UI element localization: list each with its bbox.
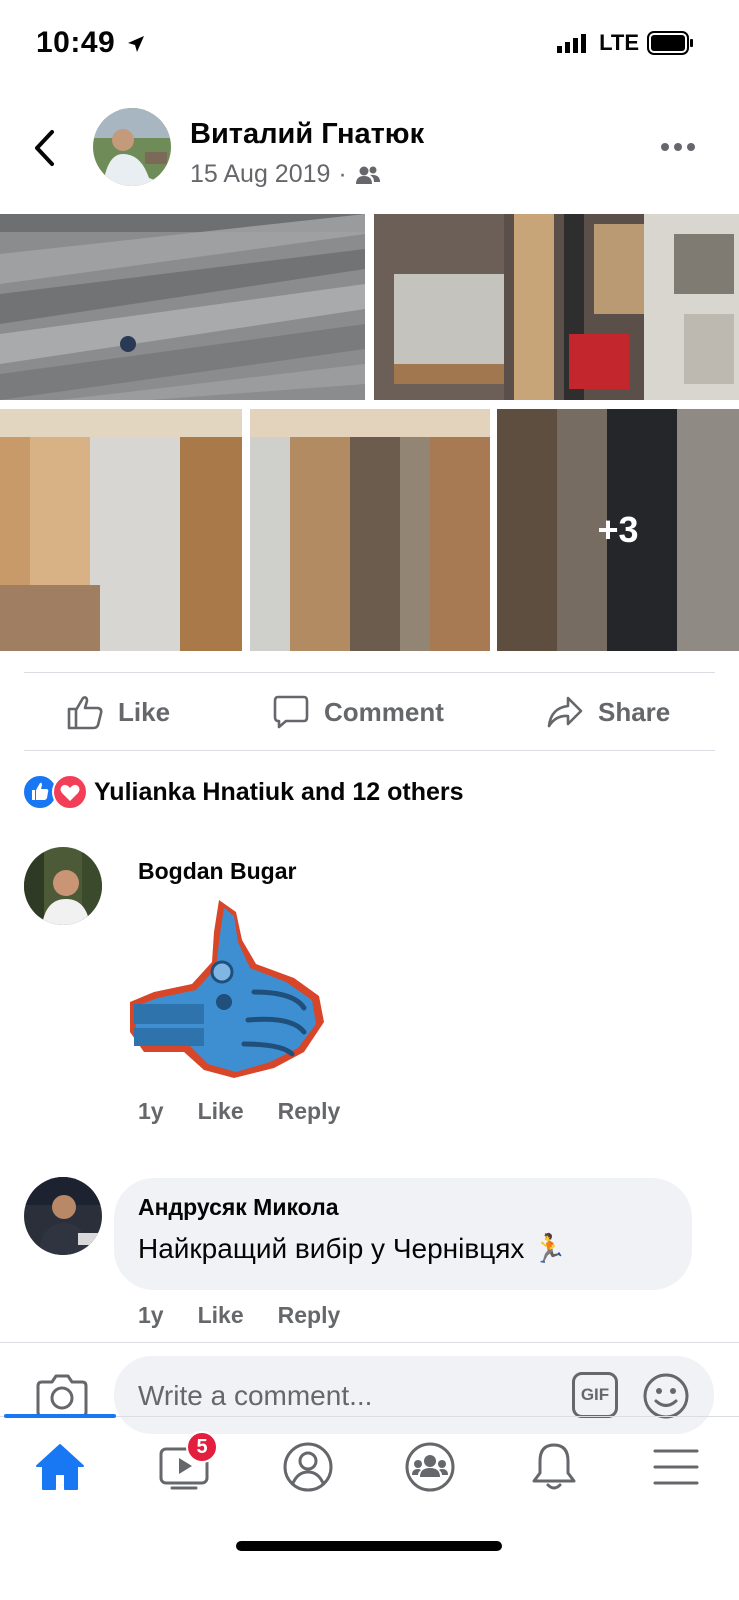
comment-1-time: 1y: [138, 1098, 164, 1124]
comment-2-like-button[interactable]: Like: [198, 1302, 244, 1329]
battery-icon: [647, 31, 693, 55]
gif-label: GIF: [580, 1385, 610, 1404]
divider-bottom: [24, 750, 715, 751]
commenter-avatar-1[interactable]: [24, 847, 102, 925]
bottom-tab-bar: 5: [0, 1414, 739, 1527]
post-meta: 15 Aug 2019 ·: [190, 160, 381, 189]
network-type: LTE: [599, 30, 639, 55]
reactions-summary-text: Yulianka Hnatiuk and 12 others: [94, 777, 464, 806]
robot-thumbs-up-sticker: [130, 900, 324, 1078]
love-reaction-icon: [52, 774, 88, 810]
gif-button[interactable]: GIF: [572, 1372, 618, 1418]
like-button[interactable]: Like: [66, 690, 170, 734]
comment-button[interactable]: Comment: [272, 690, 444, 734]
reactions-summary[interactable]: Yulianka Hnatiuk and 12 others: [22, 774, 464, 810]
status-indicators: LTE: [557, 30, 695, 56]
comment-2-meta: 1y Like Reply: [138, 1302, 340, 1329]
comment-1-author[interactable]: Bogdan Bugar: [138, 858, 296, 885]
comment-2-reply-button[interactable]: Reply: [278, 1302, 341, 1329]
signal-icon: [557, 34, 587, 53]
emoji-smile-icon[interactable]: [642, 1372, 690, 1420]
more-photos-count: +3: [597, 509, 639, 550]
comment-2-bubble[interactable]: Андрусяк Микола Найкращий вибір у Чернів…: [114, 1178, 692, 1290]
post-photo-1[interactable]: [0, 214, 365, 400]
share-label: Share: [598, 696, 671, 727]
tab-watch[interactable]: 5: [144, 1431, 224, 1497]
post-date[interactable]: 15 Aug 2019: [190, 160, 330, 189]
tab-groups[interactable]: [390, 1437, 470, 1497]
post-photo-5-more[interactable]: +3: [497, 409, 739, 651]
like-label: Like: [118, 696, 171, 727]
friends-audience-icon: [355, 166, 380, 184]
comment-1-reply-button[interactable]: Reply: [278, 1098, 341, 1125]
comment-2-time: 1y: [138, 1302, 164, 1328]
tab-profile[interactable]: [268, 1437, 348, 1497]
back-chevron-icon[interactable]: [30, 128, 60, 168]
post-photo-4[interactable]: [250, 409, 490, 651]
comment-label: Comment: [324, 696, 444, 727]
commenter-avatar-2[interactable]: [24, 1177, 102, 1255]
home-indicator: [236, 1541, 502, 1551]
comment-2-text: Найкращий вибір у Чернівцях 🏃: [138, 1233, 568, 1264]
divider-top: [24, 672, 715, 673]
bell-icon: [532, 1443, 576, 1490]
watch-badge: 5: [186, 1431, 218, 1463]
comment-bubble-icon: [273, 695, 309, 729]
comment-2-author[interactable]: Андрусяк Микола: [138, 1194, 339, 1221]
active-tab-indicator: [4, 1414, 116, 1418]
composer-divider: [0, 1342, 739, 1343]
thumbs-up-outline-icon: [67, 696, 103, 730]
author-avatar[interactable]: [93, 108, 171, 186]
tab-notifications[interactable]: [514, 1437, 594, 1497]
share-button[interactable]: Share: [546, 690, 670, 734]
tab-menu[interactable]: [636, 1437, 716, 1497]
comment-input[interactable]: [138, 1378, 518, 1414]
status-time: 10:49: [36, 26, 146, 60]
post-author-name[interactable]: Виталий Гнатюк: [190, 118, 424, 151]
post-photo-2[interactable]: [374, 214, 739, 400]
meta-separator: ·: [338, 160, 347, 188]
tab-home[interactable]: [20, 1437, 100, 1497]
comment-1-like-button[interactable]: Like: [198, 1098, 244, 1125]
post-photo-3[interactable]: [0, 409, 242, 651]
comment-1-meta: 1y Like Reply: [138, 1098, 340, 1125]
groups-icon: [405, 1442, 455, 1492]
home-icon: [36, 1444, 84, 1490]
camera-icon[interactable]: [36, 1372, 88, 1418]
share-arrow-icon: [547, 696, 583, 728]
profile-icon: [283, 1442, 333, 1492]
hamburger-menu-icon: [653, 1449, 699, 1485]
more-options-icon[interactable]: [660, 140, 696, 154]
location-arrow-icon: [128, 36, 145, 53]
